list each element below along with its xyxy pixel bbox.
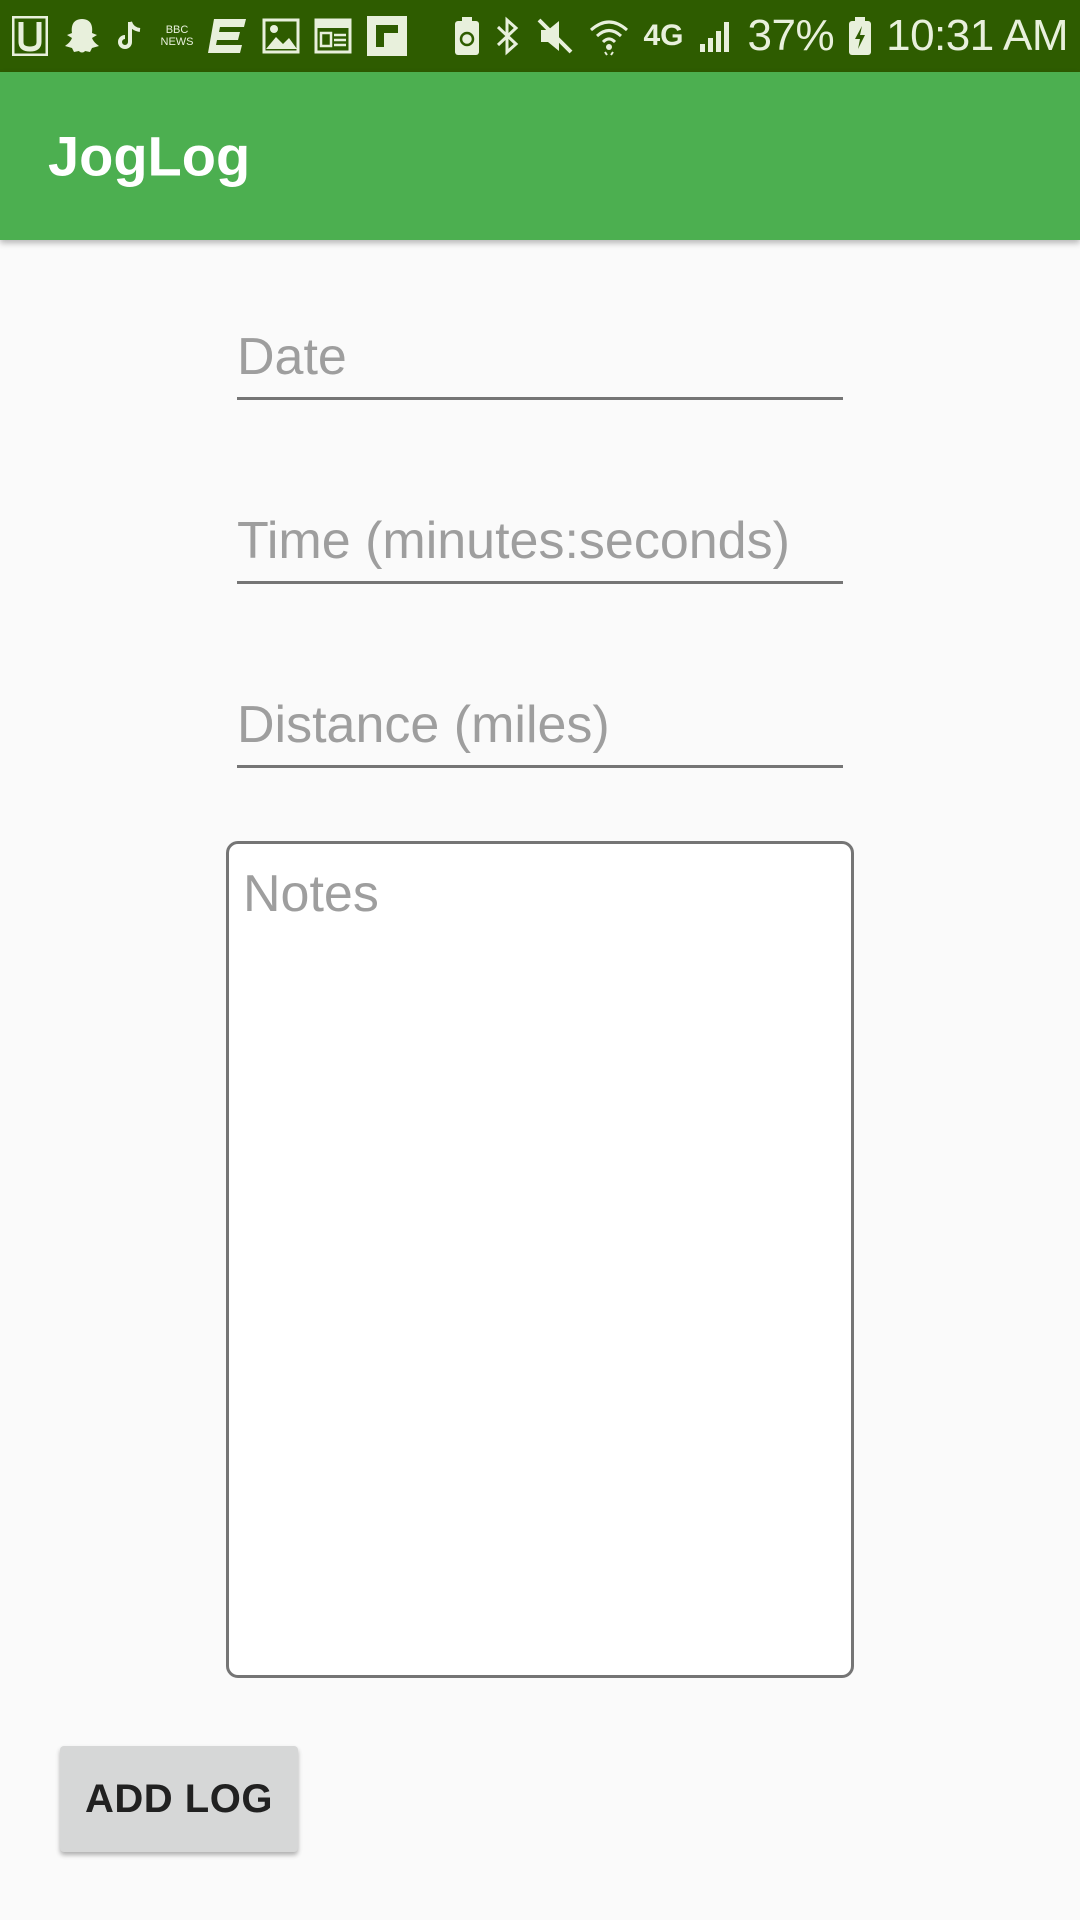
bbc-news-icon: BBC NEWS bbox=[160, 14, 194, 58]
u-app-icon bbox=[12, 14, 48, 58]
joglog-screen: BBC NEWS 4G 37% 10:31 AM JogLog Date Tim… bbox=[0, 0, 1080, 1920]
time-field[interactable] bbox=[237, 494, 843, 584]
app-title: JogLog bbox=[48, 124, 251, 188]
app-e-icon bbox=[208, 14, 248, 58]
notes-textarea[interactable] bbox=[229, 844, 851, 1675]
status-bar-system: 4G 37% 10:31 AM bbox=[453, 11, 1068, 61]
distance-field[interactable] bbox=[237, 678, 843, 768]
clock: 10:31 AM bbox=[886, 11, 1068, 60]
battery-saver-icon bbox=[453, 14, 481, 58]
tiktok-icon bbox=[116, 14, 146, 58]
date-field[interactable] bbox=[237, 310, 843, 400]
battery-percent: 37% bbox=[747, 11, 835, 60]
notes-box[interactable] bbox=[226, 841, 854, 1678]
bluetooth-icon bbox=[495, 14, 521, 58]
time-input[interactable] bbox=[237, 511, 843, 571]
bbc-news-text: BBC NEWS bbox=[160, 24, 194, 48]
distance-input[interactable] bbox=[237, 695, 843, 755]
wifi-icon bbox=[589, 14, 629, 58]
date-input[interactable] bbox=[237, 327, 843, 387]
lte-4g-icon: 4G bbox=[643, 14, 683, 58]
signal-icon bbox=[698, 14, 734, 58]
status-bar-notifications: BBC NEWS bbox=[12, 14, 408, 58]
add-log-button[interactable]: ADD LOG bbox=[60, 1746, 298, 1852]
flipboard-icon bbox=[366, 14, 408, 58]
network-label: 4G bbox=[643, 19, 684, 52]
mute-icon bbox=[535, 14, 575, 58]
app-bar: JogLog bbox=[0, 72, 1080, 240]
status-bar: BBC NEWS 4G 37% 10:31 AM bbox=[0, 0, 1080, 72]
gallery-icon bbox=[262, 14, 300, 58]
battery-charging-icon bbox=[848, 14, 872, 58]
news-icon bbox=[314, 14, 352, 58]
snapchat-icon bbox=[62, 14, 102, 58]
